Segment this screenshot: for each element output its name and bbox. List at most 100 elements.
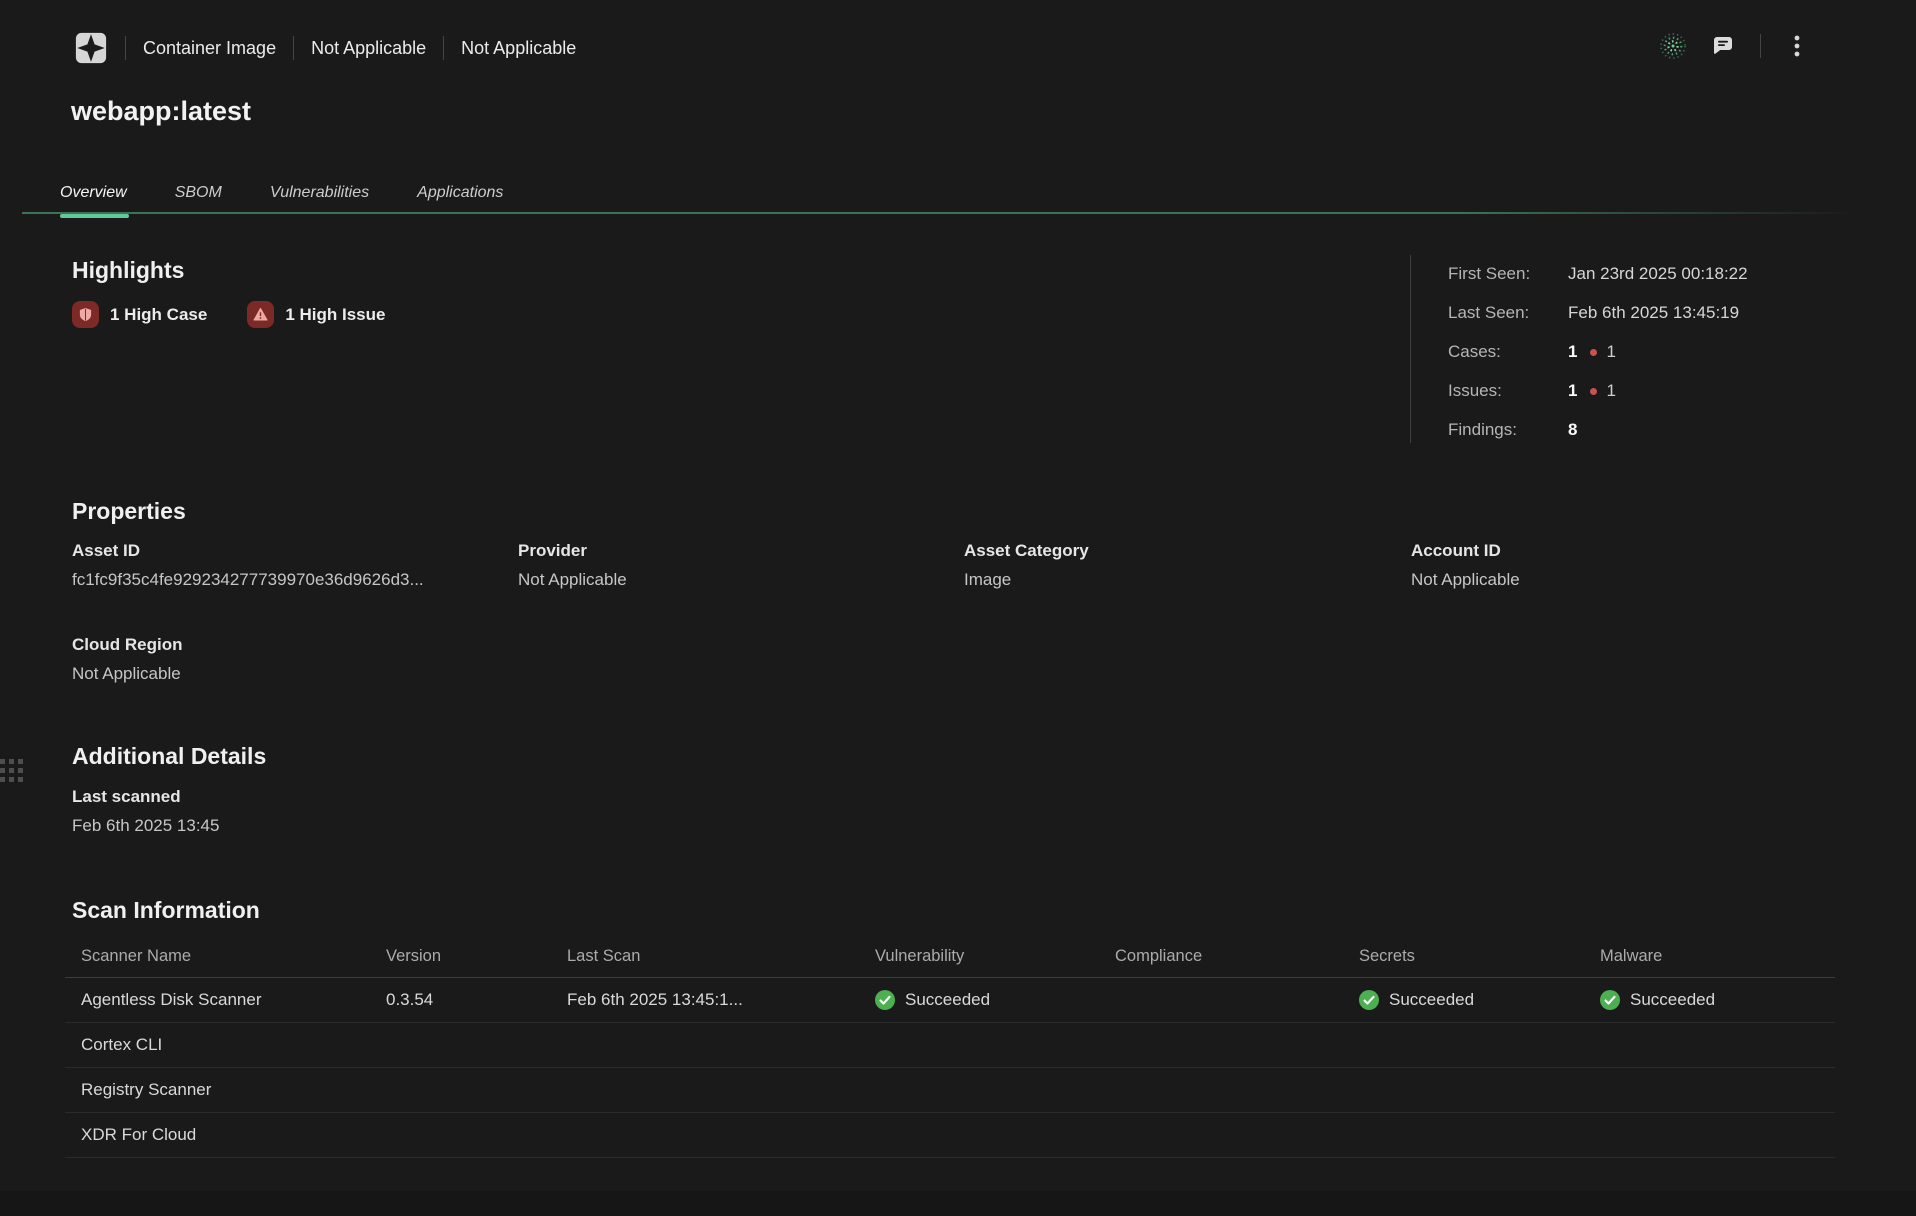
additional-details-heading: Additional Details xyxy=(72,743,266,770)
case-shield-icon xyxy=(72,301,99,328)
highlights-heading: Highlights xyxy=(72,257,184,284)
properties-grid: Asset ID fc1fc9f35c4fe929234277739970e36… xyxy=(72,541,1857,684)
scan-information-heading: Scan Information xyxy=(72,897,260,924)
kebab-menu-icon[interactable] xyxy=(1786,33,1808,59)
table-row-agentless-disk-scanner: Agentless Disk Scanner 0.3.54 Feb 6th 20… xyxy=(65,978,1835,1023)
page-title: webapp:latest xyxy=(71,96,251,127)
copilot-sparkle-icon[interactable] xyxy=(1658,31,1688,61)
last-scanned-field: Last scanned Feb 6th 2025 13:45 xyxy=(72,787,219,836)
asset-summary-panel: First Seen: Jan 23rd 2025 00:18:22 Last … xyxy=(1410,255,1840,443)
container-image-icon xyxy=(74,31,108,65)
breadcrumb-item-2[interactable]: Not Applicable xyxy=(461,38,576,59)
summary-row-issues: Issues: 1 1 xyxy=(1448,381,1840,401)
asset-category-value: Image xyxy=(964,570,1411,590)
scanner-name: Cortex CLI xyxy=(65,1035,370,1055)
summary-row-findings: Findings: 8 xyxy=(1448,420,1840,440)
properties-heading: Properties xyxy=(72,498,186,525)
cases-total: 1 xyxy=(1568,342,1577,362)
table-row-cortex-cli: Cortex CLI xyxy=(65,1023,1835,1068)
col-malware: Malware xyxy=(1584,947,1835,966)
findings-label: Findings: xyxy=(1448,420,1568,440)
high-severity-dot xyxy=(1590,349,1597,356)
col-compliance: Compliance xyxy=(1099,947,1343,966)
breadcrumb-divider xyxy=(293,36,294,60)
high-severity-dot xyxy=(1590,388,1597,395)
property-cloud-region: Cloud Region Not Applicable xyxy=(72,635,518,684)
breadcrumb-item-asset-type[interactable]: Container Image xyxy=(143,38,276,59)
last-seen-label: Last Seen: xyxy=(1448,303,1568,323)
account-id-value: Not Applicable xyxy=(1411,570,1857,590)
provider-value: Not Applicable xyxy=(518,570,964,590)
chat-icon[interactable] xyxy=(1711,34,1735,58)
col-secrets: Secrets xyxy=(1343,947,1584,966)
summary-row-cases: Cases: 1 1 xyxy=(1448,342,1840,362)
scanner-name: XDR For Cloud xyxy=(65,1125,370,1145)
issues-label: Issues: xyxy=(1448,381,1568,401)
col-last-scan: Last Scan xyxy=(551,947,859,966)
bottom-bar xyxy=(0,1191,1916,1216)
success-check-icon xyxy=(1359,990,1379,1010)
success-check-icon xyxy=(1600,990,1620,1010)
scan-information-table: Scanner Name Version Last Scan Vulnerabi… xyxy=(65,935,1835,1158)
cloud-region-value: Not Applicable xyxy=(72,664,518,684)
first-seen-label: First Seen: xyxy=(1448,264,1568,284)
success-check-icon xyxy=(875,990,895,1010)
malware-status: Succeeded xyxy=(1584,990,1835,1010)
highlights-badges: 1 High Case 1 High Issue xyxy=(72,301,425,328)
property-asset-id: Asset ID fc1fc9f35c4fe929234277739970e36… xyxy=(72,541,518,590)
col-vulnerability: Vulnerability xyxy=(859,947,1099,966)
asset-category-label: Asset Category xyxy=(964,541,1411,561)
breadcrumb-item-1[interactable]: Not Applicable xyxy=(311,38,426,59)
cloud-region-label: Cloud Region xyxy=(72,635,518,655)
scan-table-header: Scanner Name Version Last Scan Vulnerabi… xyxy=(65,935,1835,978)
table-row-registry-scanner: Registry Scanner xyxy=(65,1068,1835,1113)
tab-sbom[interactable]: SBOM xyxy=(175,184,222,215)
tab-bar: Overview SBOM Vulnerabilities Applicatio… xyxy=(60,184,551,215)
cases-label: Cases: xyxy=(1448,342,1568,362)
secrets-status-label: Succeeded xyxy=(1389,990,1474,1010)
issues-total: 1 xyxy=(1568,381,1577,401)
property-asset-category: Asset Category Image xyxy=(964,541,1411,590)
high-issue-badge-label: 1 High Issue xyxy=(285,305,385,325)
header-actions-divider xyxy=(1760,34,1761,58)
cases-high-count: 1 xyxy=(1606,342,1615,362)
breadcrumb-divider xyxy=(125,36,126,60)
property-account-id: Account ID Not Applicable xyxy=(1411,541,1857,590)
provider-label: Provider xyxy=(518,541,964,561)
account-id-label: Account ID xyxy=(1411,541,1857,561)
last-scanned-value: Feb 6th 2025 13:45 xyxy=(72,816,219,836)
tab-applications[interactable]: Applications xyxy=(417,184,503,215)
scanner-last-scan: Feb 6th 2025 13:45:1... xyxy=(551,990,859,1010)
issues-high-count: 1 xyxy=(1606,381,1615,401)
breadcrumb-divider xyxy=(443,36,444,60)
asset-id-label: Asset ID xyxy=(72,541,518,561)
scanner-version: 0.3.54 xyxy=(370,990,551,1010)
last-scanned-label: Last scanned xyxy=(72,787,219,807)
findings-total: 8 xyxy=(1568,420,1577,440)
summary-row-first-seen: First Seen: Jan 23rd 2025 00:18:22 xyxy=(1448,264,1840,284)
issue-warning-icon xyxy=(247,301,274,328)
scanner-name: Registry Scanner xyxy=(65,1080,370,1100)
first-seen-value: Jan 23rd 2025 00:18:22 xyxy=(1568,264,1748,284)
asset-overview-page: Container Image Not Applicable Not Appli… xyxy=(0,0,1916,1216)
vulnerability-status-label: Succeeded xyxy=(905,990,990,1010)
high-case-badge-label: 1 High Case xyxy=(110,305,207,325)
secrets-status: Succeeded xyxy=(1343,990,1584,1010)
breadcrumb: Container Image Not Applicable Not Appli… xyxy=(74,26,576,70)
tab-vulnerabilities[interactable]: Vulnerabilities xyxy=(270,184,369,215)
summary-row-last-seen: Last Seen: Feb 6th 2025 13:45:19 xyxy=(1448,303,1840,323)
header-actions xyxy=(1658,28,1808,64)
col-version: Version xyxy=(370,947,551,966)
last-seen-value: Feb 6th 2025 13:45:19 xyxy=(1568,303,1739,323)
property-provider: Provider Not Applicable xyxy=(518,541,964,590)
high-case-badge[interactable]: 1 High Case xyxy=(72,301,207,328)
panel-drag-handle[interactable] xyxy=(0,759,23,782)
malware-status-label: Succeeded xyxy=(1630,990,1715,1010)
tab-overview[interactable]: Overview xyxy=(60,184,127,215)
col-scanner-name: Scanner Name xyxy=(65,947,370,966)
scanner-name: Agentless Disk Scanner xyxy=(65,990,370,1010)
high-issue-badge[interactable]: 1 High Issue xyxy=(247,301,385,328)
table-row-xdr-for-cloud: XDR For Cloud xyxy=(65,1113,1835,1158)
vulnerability-status: Succeeded xyxy=(859,990,1099,1010)
asset-id-value: fc1fc9f35c4fe929234277739970e36d9626d3..… xyxy=(72,570,518,590)
